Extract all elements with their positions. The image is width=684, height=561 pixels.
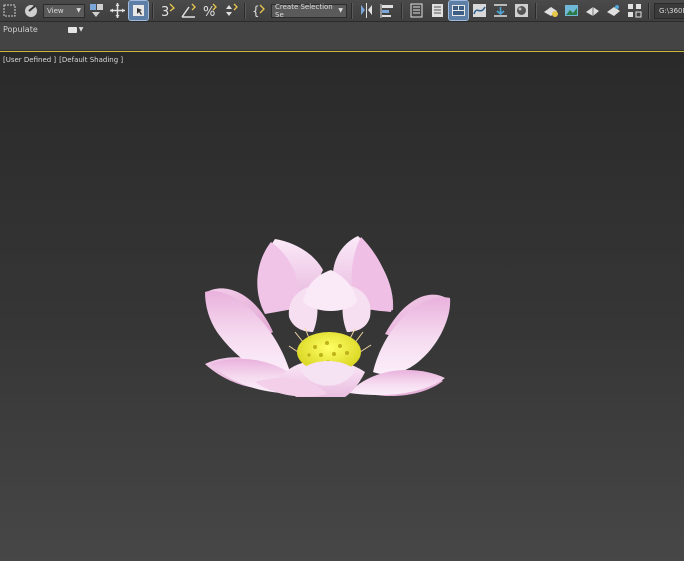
ribbon-tab-populate[interactable]: Populate bbox=[3, 25, 38, 34]
toolbar-separator bbox=[648, 2, 650, 19]
pivot-center-icon[interactable] bbox=[87, 1, 106, 20]
toolbar-separator bbox=[351, 2, 353, 19]
ribbon-toggle[interactable]: ▼ bbox=[67, 26, 84, 33]
edit-named-selection-icon[interactable]: { bbox=[250, 1, 269, 20]
ribbon-minimize-icon bbox=[67, 26, 77, 33]
chevron-down-icon: ▼ bbox=[76, 7, 81, 14]
viewport-point-of-view-label[interactable]: [User Defined ] bbox=[3, 56, 56, 64]
select-link-icon[interactable] bbox=[22, 1, 41, 20]
schematic-view-icon[interactable] bbox=[491, 1, 510, 20]
lotus-model[interactable] bbox=[195, 182, 460, 397]
main-toolbar: View ▼ 3 % { Create Selection Se ▼ G:\36… bbox=[0, 0, 684, 22]
a360-gallery-icon[interactable] bbox=[625, 1, 644, 20]
material-editor-icon[interactable] bbox=[512, 1, 531, 20]
scene-explorer-icon[interactable] bbox=[428, 1, 447, 20]
mirror-icon[interactable] bbox=[357, 1, 376, 20]
svg-text:{: { bbox=[252, 4, 260, 18]
project-path-text: G:\360MoveData\U bbox=[659, 6, 684, 15]
toolbar-separator bbox=[244, 2, 246, 19]
toolbar-separator bbox=[535, 2, 537, 19]
spinner-snap-icon[interactable] bbox=[221, 1, 240, 20]
reference-coordinate-dropdown[interactable]: View ▼ bbox=[43, 3, 85, 18]
curve-editor-icon[interactable] bbox=[470, 1, 489, 20]
reference-coordinate-value: View bbox=[47, 6, 64, 15]
svg-text:3: 3 bbox=[161, 5, 169, 19]
named-selection-set-dropdown[interactable]: Create Selection Se ▼ bbox=[271, 2, 347, 19]
select-manipulate-icon[interactable] bbox=[128, 0, 149, 21]
project-path-field[interactable]: G:\360MoveData\U bbox=[654, 2, 684, 19]
toolbar-separator bbox=[152, 2, 154, 19]
render-iterative-icon[interactable] bbox=[604, 1, 623, 20]
snap-3d-icon[interactable]: 3 bbox=[158, 1, 177, 20]
render-setup-icon[interactable] bbox=[541, 1, 560, 20]
percent-snap-icon[interactable]: % bbox=[200, 1, 219, 20]
ribbon-panel bbox=[0, 37, 684, 51]
named-selection-set-value: Create Selection Se bbox=[275, 2, 333, 19]
angle-snap-icon[interactable] bbox=[179, 1, 198, 20]
viewport-shading-label[interactable]: [Default Shading ] bbox=[59, 56, 123, 64]
toggle-ribbon-icon[interactable] bbox=[448, 0, 469, 21]
max-app-window: View ▼ 3 % { Create Selection Se ▼ G:\36… bbox=[0, 0, 684, 561]
toolbar-separator bbox=[401, 2, 403, 19]
rendered-frame-icon[interactable] bbox=[562, 1, 581, 20]
viewport-label: [User Defined ] [Default Shading ] bbox=[3, 56, 126, 64]
perspective-viewport[interactable]: [User Defined ] [Default Shading ] bbox=[0, 51, 684, 561]
layer-explorer-icon[interactable] bbox=[407, 1, 426, 20]
render-production-icon[interactable] bbox=[583, 1, 602, 20]
chevron-down-icon: ▼ bbox=[338, 7, 343, 14]
align-icon[interactable] bbox=[378, 1, 397, 20]
select-region-icon[interactable] bbox=[1, 1, 20, 20]
chevron-down-icon: ▼ bbox=[78, 26, 84, 33]
svg-text:%: % bbox=[203, 5, 215, 19]
ribbon-bar: Populate ▼ bbox=[0, 22, 684, 37]
move-icon[interactable] bbox=[108, 1, 127, 20]
